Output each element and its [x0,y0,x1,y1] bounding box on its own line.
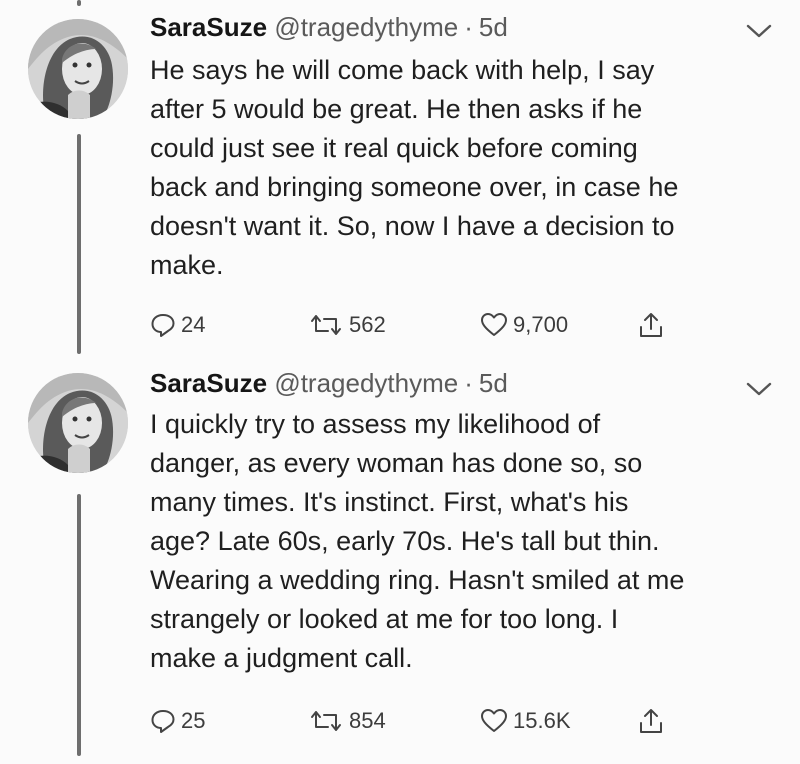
thread-line [77,0,81,6]
share-icon [640,313,662,337]
retweet-button[interactable]: 562 [308,305,386,345]
share-button[interactable] [638,701,664,741]
timestamp[interactable]: 5d [479,12,508,42]
tweet-actions: 24 562 9,700 [150,305,750,345]
reply-icon [151,710,175,733]
share-icon [640,709,662,733]
reply-button[interactable]: 25 [150,701,205,741]
like-count: 9,700 [513,312,569,337]
thread-line [77,134,81,354]
share-button[interactable] [638,305,664,345]
reply-icon [151,314,175,337]
retweet-count: 854 [349,708,386,733]
avatar-photo [28,373,128,473]
user-handle[interactable]: @tragedythyme [274,368,458,398]
retweet-icon [311,315,341,335]
display-name[interactable]: SaraSuze [150,12,267,42]
like-button[interactable]: 9,700 [480,305,568,345]
tweet-text: He says he will come back with help, I s… [150,55,679,280]
timestamp[interactable]: 5d [479,368,508,398]
retweet-icon [311,711,341,731]
display-name[interactable]: SaraSuze [150,368,267,398]
chevron-down-icon[interactable] [745,22,773,40]
reply-count: 25 [181,708,206,733]
separator-dot: · [464,368,473,398]
avatar-photo [28,19,128,119]
tweet-header: SaraSuze @tragedythyme · 5d [150,12,508,42]
tweet-text: I quickly try to assess my likelihood of… [150,409,685,673]
retweet-count: 562 [349,312,386,337]
heart-icon [481,709,507,732]
chevron-down-icon[interactable] [745,380,773,398]
user-handle[interactable]: @tragedythyme [274,12,458,42]
heart-icon [481,313,507,336]
retweet-button[interactable]: 854 [308,701,386,741]
tweet-actions: 25 854 15.6K [150,701,750,741]
avatar[interactable] [28,19,128,119]
tweet-header: SaraSuze @tragedythyme · 5d [150,368,508,398]
reply-button[interactable]: 24 [150,305,205,345]
avatar[interactable] [28,373,128,473]
reply-count: 24 [181,312,206,337]
separator-dot: · [464,12,473,42]
like-count: 15.6K [513,708,571,733]
thread-line [77,494,81,756]
like-button[interactable]: 15.6K [480,701,571,741]
